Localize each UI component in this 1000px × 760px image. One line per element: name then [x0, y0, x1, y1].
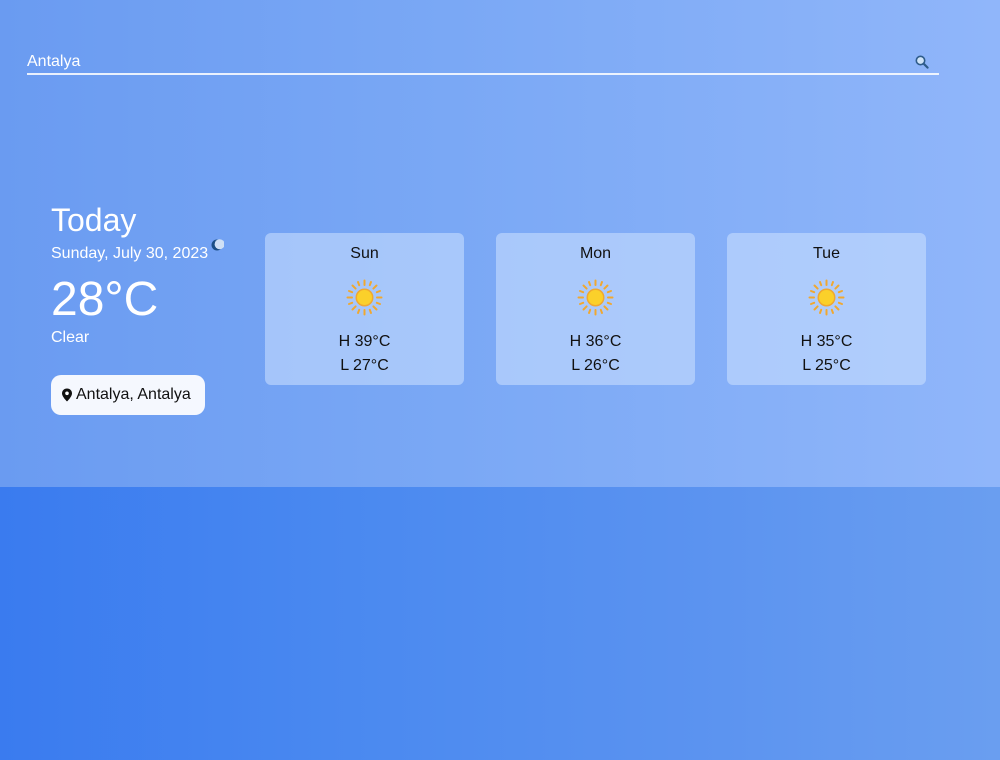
- location-label: Antalya, Antalya: [76, 386, 191, 403]
- location-chip[interactable]: Antalya, Antalya: [51, 375, 205, 415]
- forecast-day: Sun: [350, 245, 379, 262]
- search-bar: [27, 50, 939, 75]
- sun-icon: [346, 279, 383, 316]
- forecast-card-sun: Sun H 39°C L 27°C: [265, 233, 464, 385]
- current-temperature: 28°C: [51, 273, 159, 326]
- forecast-day: Mon: [579, 245, 612, 262]
- forecast-card-mon: Mon H 36°C L 26°C: [496, 233, 695, 385]
- forecast-high: H 36°C: [569, 333, 622, 350]
- search-icon[interactable]: [914, 54, 930, 70]
- today-summary: Today Sunday, July 30, 2023 28°C Clear: [51, 200, 231, 348]
- forecast-high: H 39°C: [338, 333, 391, 350]
- moon-icon: [210, 238, 225, 252]
- search-input[interactable]: [27, 52, 897, 72]
- today-date: Sunday, July 30, 2023: [51, 245, 209, 262]
- forecast-day: Tue: [813, 245, 840, 262]
- forecast-high: H 35°C: [800, 333, 853, 350]
- sun-icon: [808, 279, 845, 316]
- map-pin-icon: [61, 388, 73, 402]
- sun-icon: [577, 279, 614, 316]
- forecast-low: L 26°C: [571, 357, 620, 374]
- forecast-low: L 27°C: [340, 357, 389, 374]
- today-title: Today: [51, 202, 137, 238]
- forecast-low: L 25°C: [802, 357, 851, 374]
- current-condition: Clear: [51, 329, 90, 346]
- forecast-card-tue: Tue H 35°C L 25°C: [727, 233, 926, 385]
